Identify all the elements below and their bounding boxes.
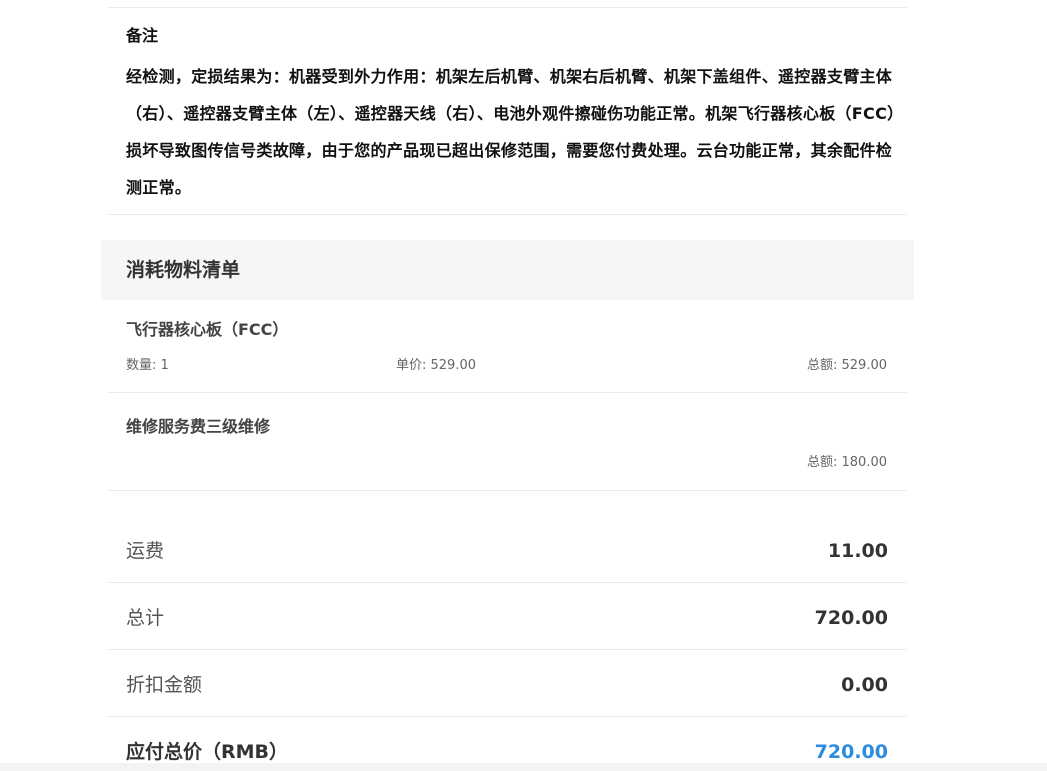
item-name: 飞行器核心板（FCC） xyxy=(126,320,289,339)
total-label: 总计 xyxy=(126,607,165,629)
materials-title: 消耗物料清单 xyxy=(126,259,241,281)
discount-value: 0.00 xyxy=(841,674,888,696)
item-total: 总额: 529.00 xyxy=(807,358,887,373)
remarks-section: 备注 经检测，定损结果为：机器受到外力作用：机架左后机臂、机架右后机臂、机架下盖… xyxy=(107,7,907,215)
list-item: 飞行器核心板（FCC） 数量: 1 单价: 529.00 总额: 529.00 xyxy=(107,300,907,393)
item-total: 总额: 180.00 xyxy=(807,455,887,470)
discount-label: 折扣金额 xyxy=(126,674,203,696)
item-name: 维修服务费三级维修 xyxy=(126,417,271,436)
item-unit-price: 单价: 529.00 xyxy=(396,358,476,373)
remarks-title: 备注 xyxy=(126,26,159,45)
bottom-edge xyxy=(0,763,1047,771)
item-quantity: 数量: 1 xyxy=(126,358,169,373)
repair-quote-page: 备注 经检测，定损结果为：机器受到外力作用：机架左后机臂、机架右后机臂、机架下盖… xyxy=(0,0,1047,771)
list-item: 维修服务费三级维修 总额: 180.00 xyxy=(107,393,907,491)
total-value: 720.00 xyxy=(814,607,888,629)
discount-row: 折扣金额 0.00 xyxy=(107,650,907,717)
total-row: 总计 720.00 xyxy=(107,583,907,650)
shipping-label: 运费 xyxy=(126,540,165,562)
payable-label: 应付总价（RMB） xyxy=(126,741,289,763)
shipping-row: 运费 11.00 xyxy=(107,516,907,583)
remarks-text: 经检测，定损结果为：机器受到外力作用：机架左后机臂、机架右后机臂、机架下盖组件、… xyxy=(126,67,904,197)
materials-header: 消耗物料清单 xyxy=(101,240,914,300)
payable-value: 720.00 xyxy=(814,741,888,763)
shipping-value: 11.00 xyxy=(827,540,888,562)
